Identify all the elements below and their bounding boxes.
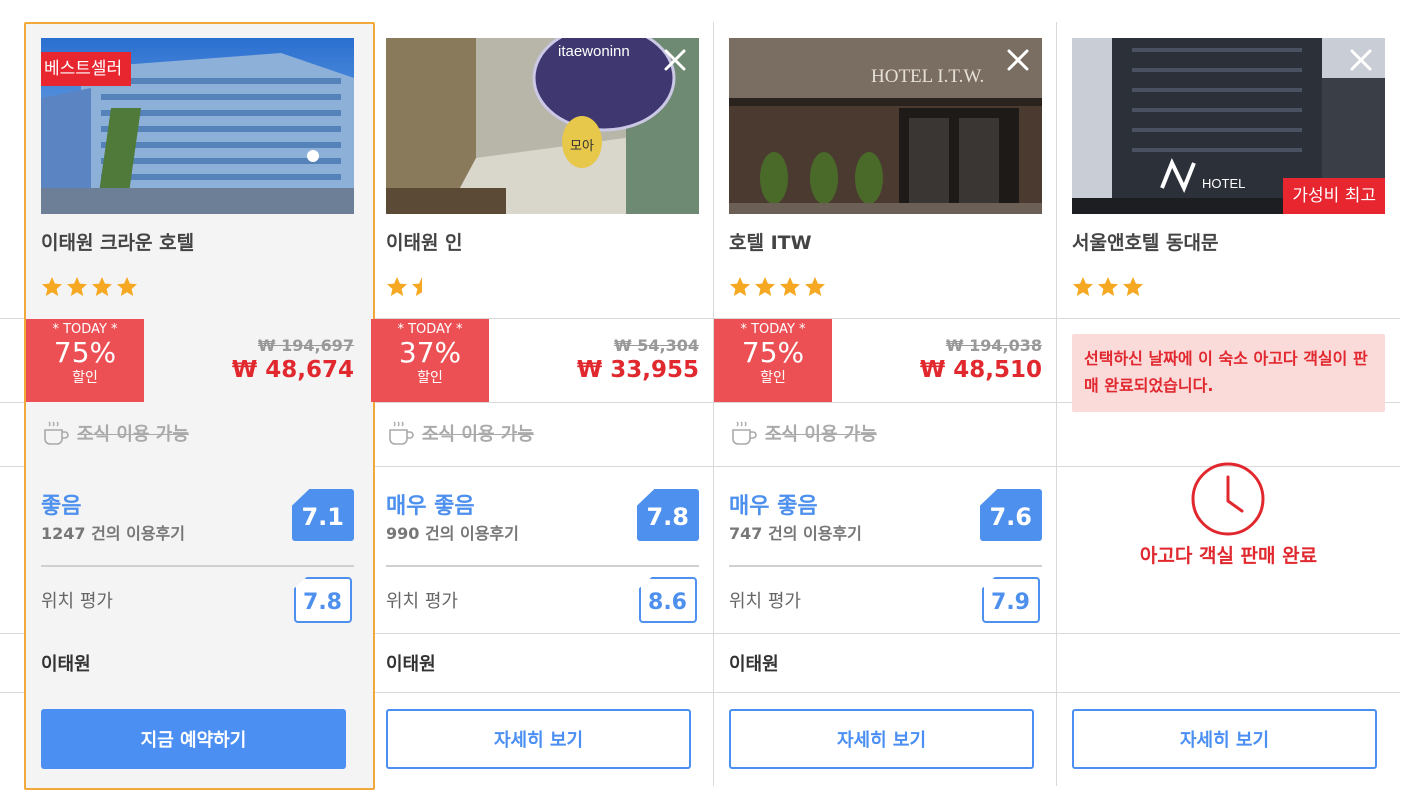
hotel-area: 이태원	[729, 654, 779, 675]
star-icon	[780, 277, 800, 296]
sale-price: ₩ 48,510	[919, 357, 1042, 383]
value-badge: 가성비 최고	[1283, 178, 1385, 214]
breakfast-info: 조식 이용 가능	[41, 418, 189, 448]
hotel-photo[interactable]: HOTEL 가성비 최고	[1072, 38, 1385, 214]
breakfast-info: 조식 이용 가능	[386, 418, 534, 448]
original-price: ₩ 54,304	[614, 336, 699, 355]
hotel-name[interactable]: 이태원 크라운 호텔	[41, 228, 194, 255]
star-icon	[387, 277, 407, 296]
today-label: * TODAY *	[740, 322, 806, 337]
hotel-card-1[interactable]: 베스트셀러 이태원 크라운 호텔 * TODAY * 75% 할인 ₩ 194,…	[24, 0, 375, 801]
today-label: * TODAY *	[52, 322, 118, 337]
review-score-badge: 7.1	[292, 489, 354, 541]
breakfast-label: 조식 이용 가능	[765, 424, 877, 445]
hotel-area: 이태원	[386, 654, 436, 675]
view-details-button[interactable]: 자세히 보기	[1072, 709, 1377, 769]
view-details-button[interactable]: 자세히 보기	[729, 709, 1034, 769]
hotel-card-4[interactable]: HOTEL 가성비 최고 서울앤호텔 동대문 선택하신 날짜에 이 숙소 아고다…	[1057, 0, 1400, 801]
breakfast-label: 조식 이용 가능	[77, 424, 189, 445]
today-label: * TODAY *	[397, 322, 463, 337]
review-count[interactable]: 990 건의 이용후기	[386, 520, 519, 544]
photo-sign-text: itaewoninn	[558, 43, 630, 60]
view-details-button[interactable]: 자세히 보기	[386, 709, 691, 769]
separator	[41, 565, 354, 567]
star-icon	[1098, 277, 1118, 296]
breakfast-label: 조식 이용 가능	[422, 424, 534, 445]
star-icon	[67, 277, 87, 296]
discount-percent: 37%	[398, 336, 462, 369]
star-icon	[755, 277, 775, 296]
hotel-name[interactable]: 호텔 ITW	[729, 228, 812, 255]
bestseller-badge: 베스트셀러	[41, 52, 132, 86]
book-now-button[interactable]: 지금 예약하기	[41, 709, 346, 769]
location-score-badge: 7.8	[294, 577, 352, 623]
star-icon	[730, 277, 750, 296]
photo-sign-text: HOTEL	[1202, 176, 1245, 191]
coffee-cup-icon	[44, 421, 69, 445]
discount-percent: 75%	[53, 336, 117, 369]
location-rating-label: 위치 평가	[41, 591, 113, 612]
star-icon	[1123, 277, 1143, 296]
breakfast-info: 조식 이용 가능	[729, 418, 877, 448]
discount-suffix: 할인	[417, 370, 443, 386]
review-count[interactable]: 747 건의 이용후기	[729, 520, 862, 544]
location-score-badge: 8.6	[639, 577, 697, 623]
original-price: ₩ 194,038	[945, 336, 1042, 355]
today-deal-badge: * TODAY * 75% 할인	[714, 319, 832, 402]
separator	[729, 565, 1042, 567]
review-count[interactable]: 1247 건의 이용후기	[41, 520, 185, 544]
sold-out-message: 선택하신 날짜에 이 숙소 아고다 객실이 판매 완료되었습니다.	[1072, 334, 1385, 412]
review-rating-label: 매우 좋음	[386, 494, 475, 519]
star-rating	[386, 276, 433, 298]
coffee-cup-icon	[732, 421, 757, 445]
photo-sign-text-2: 모아	[570, 139, 594, 154]
star-rating	[41, 276, 138, 298]
hotel-photo[interactable]: HOTEL I.T.W.	[729, 38, 1042, 214]
discount-suffix: 할인	[760, 370, 786, 386]
star-icon	[42, 277, 62, 296]
hotel-photo[interactable]: 베스트셀러	[41, 38, 354, 214]
review-rating-label: 좋음	[41, 494, 82, 519]
hotel-area: 이태원	[41, 654, 91, 675]
location-rating-label: 위치 평가	[729, 591, 801, 612]
today-deal-badge: * TODAY * 37% 할인	[371, 319, 489, 402]
location-score-badge: 7.9	[982, 577, 1040, 623]
today-deal-badge: * TODAY * 75% 할인	[26, 319, 144, 402]
hotel-photo[interactable]: itaewoninn 모아	[386, 38, 699, 214]
coffee-cup-icon	[389, 421, 414, 445]
review-score-badge: 7.6	[980, 489, 1042, 541]
hotel-card-3[interactable]: HOTEL I.T.W. 호텔 ITW * TODAY * 75% 할인 ₩ 1…	[714, 0, 1057, 801]
close-icon[interactable]	[1347, 46, 1375, 74]
location-rating-label: 위치 평가	[386, 591, 458, 612]
close-icon[interactable]	[1004, 46, 1032, 74]
half-star-icon	[412, 277, 422, 296]
sale-price: ₩ 48,674	[231, 357, 354, 383]
star-rating	[729, 276, 826, 298]
sold-out-label: 아고다 객실 판매 완료	[1139, 545, 1318, 567]
star-rating	[1072, 276, 1144, 298]
photo-sign-text: HOTEL I.T.W.	[871, 66, 984, 87]
review-score-badge: 7.8	[637, 489, 699, 541]
hotel-name[interactable]: 이태원 인	[386, 228, 463, 255]
sale-price: ₩ 33,955	[576, 357, 699, 383]
star-icon	[805, 277, 825, 296]
star-icon	[92, 277, 112, 296]
star-icon	[117, 277, 137, 296]
hotel-name[interactable]: 서울앤호텔 동대문	[1072, 228, 1218, 255]
review-rating-label: 매우 좋음	[729, 494, 818, 519]
clock-icon	[1191, 462, 1265, 536]
discount-percent: 75%	[741, 336, 805, 369]
discount-suffix: 할인	[72, 370, 98, 386]
hotel-card-2[interactable]: itaewoninn 모아 이태원 인 * TODAY * 37% 할인 ₩ 5…	[371, 0, 714, 801]
star-icon	[1073, 277, 1093, 296]
close-icon[interactable]	[661, 46, 689, 74]
separator	[386, 565, 699, 567]
original-price: ₩ 194,697	[257, 336, 354, 355]
